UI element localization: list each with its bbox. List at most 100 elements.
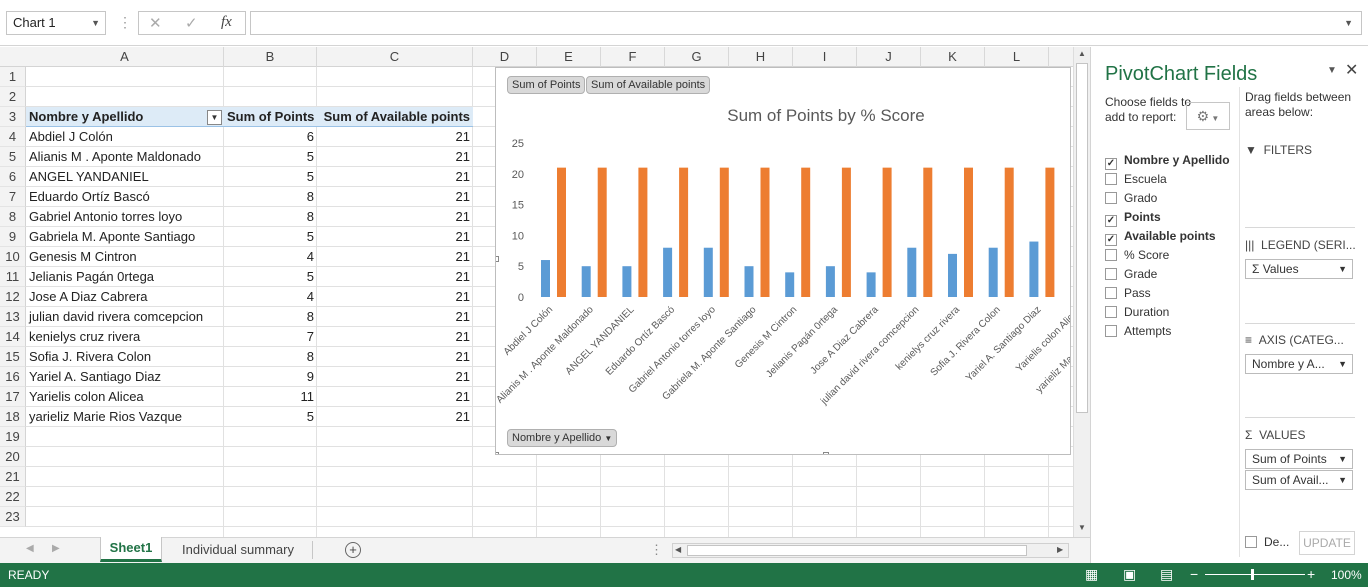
tab-prev-icon[interactable]: ◀ — [26, 543, 34, 554]
insert-function-icon[interactable]: fx — [221, 14, 232, 31]
bar[interactable] — [785, 272, 795, 297]
cell-points[interactable]: 11 — [224, 387, 317, 407]
column-header[interactable]: C — [317, 47, 473, 67]
row-header[interactable]: 23 — [0, 507, 26, 527]
cell-name[interactable]: Yarielis colon Alicea — [26, 387, 224, 407]
scroll-down-icon[interactable]: ▼ — [1078, 523, 1086, 532]
cell-name[interactable]: Sofia J. Rivera Colon — [26, 347, 224, 367]
cell-available[interactable]: 21 — [317, 227, 473, 247]
cell-name[interactable]: Jelianis Pagán 0rtega — [26, 267, 224, 287]
column-header[interactable]: F — [601, 47, 665, 67]
header-name[interactable]: Nombre y Apellido — [26, 107, 224, 127]
close-icon[interactable]: ✕ — [1345, 60, 1358, 80]
row-header[interactable]: 10 — [0, 247, 26, 267]
row-header[interactable]: 12 — [0, 287, 26, 307]
bar[interactable] — [744, 266, 754, 297]
tab-next-icon[interactable]: ▶ — [52, 543, 60, 554]
cell-available[interactable]: 21 — [317, 267, 473, 287]
bar[interactable] — [663, 247, 673, 297]
cell-points[interactable]: 5 — [224, 267, 317, 287]
update-button[interactable]: UPDATE — [1299, 531, 1355, 555]
h-scroll-thumb[interactable] — [687, 545, 1027, 556]
bar[interactable] — [1029, 241, 1039, 297]
column-header[interactable]: J — [857, 47, 921, 67]
cell-available[interactable]: 21 — [317, 167, 473, 187]
field-checkbox[interactable]: % Score — [1105, 248, 1169, 262]
field-checkbox[interactable]: Grade — [1105, 267, 1157, 281]
cell-available[interactable]: 21 — [317, 327, 473, 347]
row-header[interactable]: 22 — [0, 487, 26, 507]
field-checkbox[interactable]: Duration — [1105, 305, 1169, 319]
row-header[interactable]: 4 — [0, 127, 26, 147]
bar[interactable] — [1045, 167, 1055, 297]
column-header[interactable]: B — [224, 47, 317, 67]
filter-dropdown-icon[interactable]: ▼ — [207, 110, 222, 125]
bar[interactable] — [801, 167, 811, 297]
cell-points[interactable]: 4 — [224, 247, 317, 267]
field-checkbox[interactable]: ✓ Points — [1105, 210, 1161, 227]
chevron-down-icon[interactable]: ▼ — [1338, 264, 1347, 274]
row-header[interactable]: 19 — [0, 427, 26, 447]
column-header[interactable]: H — [729, 47, 793, 67]
row-header[interactable]: 9 — [0, 227, 26, 247]
field-checkbox[interactable]: ✓ Nombre y Apellido — [1105, 153, 1230, 170]
cell-points[interactable]: 7 — [224, 327, 317, 347]
cell-available[interactable]: 21 — [317, 347, 473, 367]
axis-field-item[interactable]: Nombre y A... ▼ — [1245, 354, 1353, 374]
enter-icon[interactable]: ✓ — [185, 14, 198, 32]
scroll-up-icon[interactable]: ▲ — [1078, 49, 1086, 58]
normal-view-icon[interactable]: ▦ — [1085, 566, 1098, 583]
bar[interactable] — [988, 247, 998, 297]
row-header[interactable]: 15 — [0, 347, 26, 367]
bar[interactable] — [581, 266, 591, 297]
cell-name[interactable]: Alianis M . Aponte Maldonado — [26, 147, 224, 167]
gear-icon[interactable]: ⚙ ▼ — [1186, 102, 1230, 130]
cell-name[interactable]: julian david rivera comcepcion — [26, 307, 224, 327]
zoom-in-icon[interactable]: + — [1307, 566, 1315, 582]
tab-sheet1[interactable]: Sheet1 — [100, 537, 162, 562]
pivot-chart[interactable]: Sum of Points Sum of Available points No… — [495, 67, 1071, 455]
chevron-down-icon[interactable]: ▼ — [1338, 359, 1347, 369]
bar[interactable] — [622, 266, 632, 297]
page-break-icon[interactable]: ▤ — [1160, 566, 1173, 583]
page-layout-icon[interactable]: ▣ — [1123, 566, 1136, 583]
cell-points[interactable]: 8 — [224, 187, 317, 207]
cell-available[interactable]: 21 — [317, 127, 473, 147]
cell-name[interactable]: Abdiel J Colón — [26, 127, 224, 147]
bar[interactable] — [541, 260, 550, 297]
values-item-available[interactable]: Sum of Avail... ▼ — [1245, 470, 1353, 490]
resize-handle[interactable] — [823, 452, 829, 454]
column-header[interactable]: I — [793, 47, 857, 67]
zoom-slider-track[interactable] — [1205, 574, 1305, 575]
cell-name[interactable]: Eduardo Ortíz Bascó — [26, 187, 224, 207]
cell-points[interactable]: 5 — [224, 227, 317, 247]
column-header[interactable]: E — [537, 47, 601, 67]
bar[interactable] — [882, 167, 892, 297]
bar[interactable] — [907, 247, 917, 297]
name-box[interactable]: Chart 1 ▼ — [6, 11, 106, 35]
chevron-down-icon[interactable]: ▼ — [1338, 454, 1347, 464]
column-header[interactable]: D — [473, 47, 537, 67]
cell-points[interactable]: 8 — [224, 307, 317, 327]
expand-formula-icon[interactable]: ▼ — [1344, 18, 1353, 28]
cell-name[interactable]: Gabriel Antonio torres loyo — [26, 207, 224, 227]
cell-available[interactable]: 21 — [317, 407, 473, 427]
row-header[interactable]: 3 — [0, 107, 26, 127]
row-header[interactable]: 8 — [0, 207, 26, 227]
bar[interactable] — [841, 167, 851, 297]
bar[interactable] — [679, 167, 689, 297]
row-header[interactable]: 1 — [0, 67, 26, 87]
cell-available[interactable]: 21 — [317, 387, 473, 407]
cell-available[interactable]: 21 — [317, 367, 473, 387]
row-header[interactable]: 6 — [0, 167, 26, 187]
column-header[interactable]: K — [921, 47, 985, 67]
cell-points[interactable]: 5 — [224, 407, 317, 427]
cell-points[interactable]: 5 — [224, 167, 317, 187]
cell-name[interactable]: ANGEL YANDANIEL — [26, 167, 224, 187]
cell-available[interactable]: 21 — [317, 207, 473, 227]
header-points[interactable]: Sum of Points — [224, 107, 317, 127]
cell-name[interactable]: yarieliz Marie Rios Vazque — [26, 407, 224, 427]
bar[interactable] — [866, 272, 876, 297]
resize-handle[interactable] — [496, 256, 499, 262]
bar[interactable] — [948, 253, 957, 297]
